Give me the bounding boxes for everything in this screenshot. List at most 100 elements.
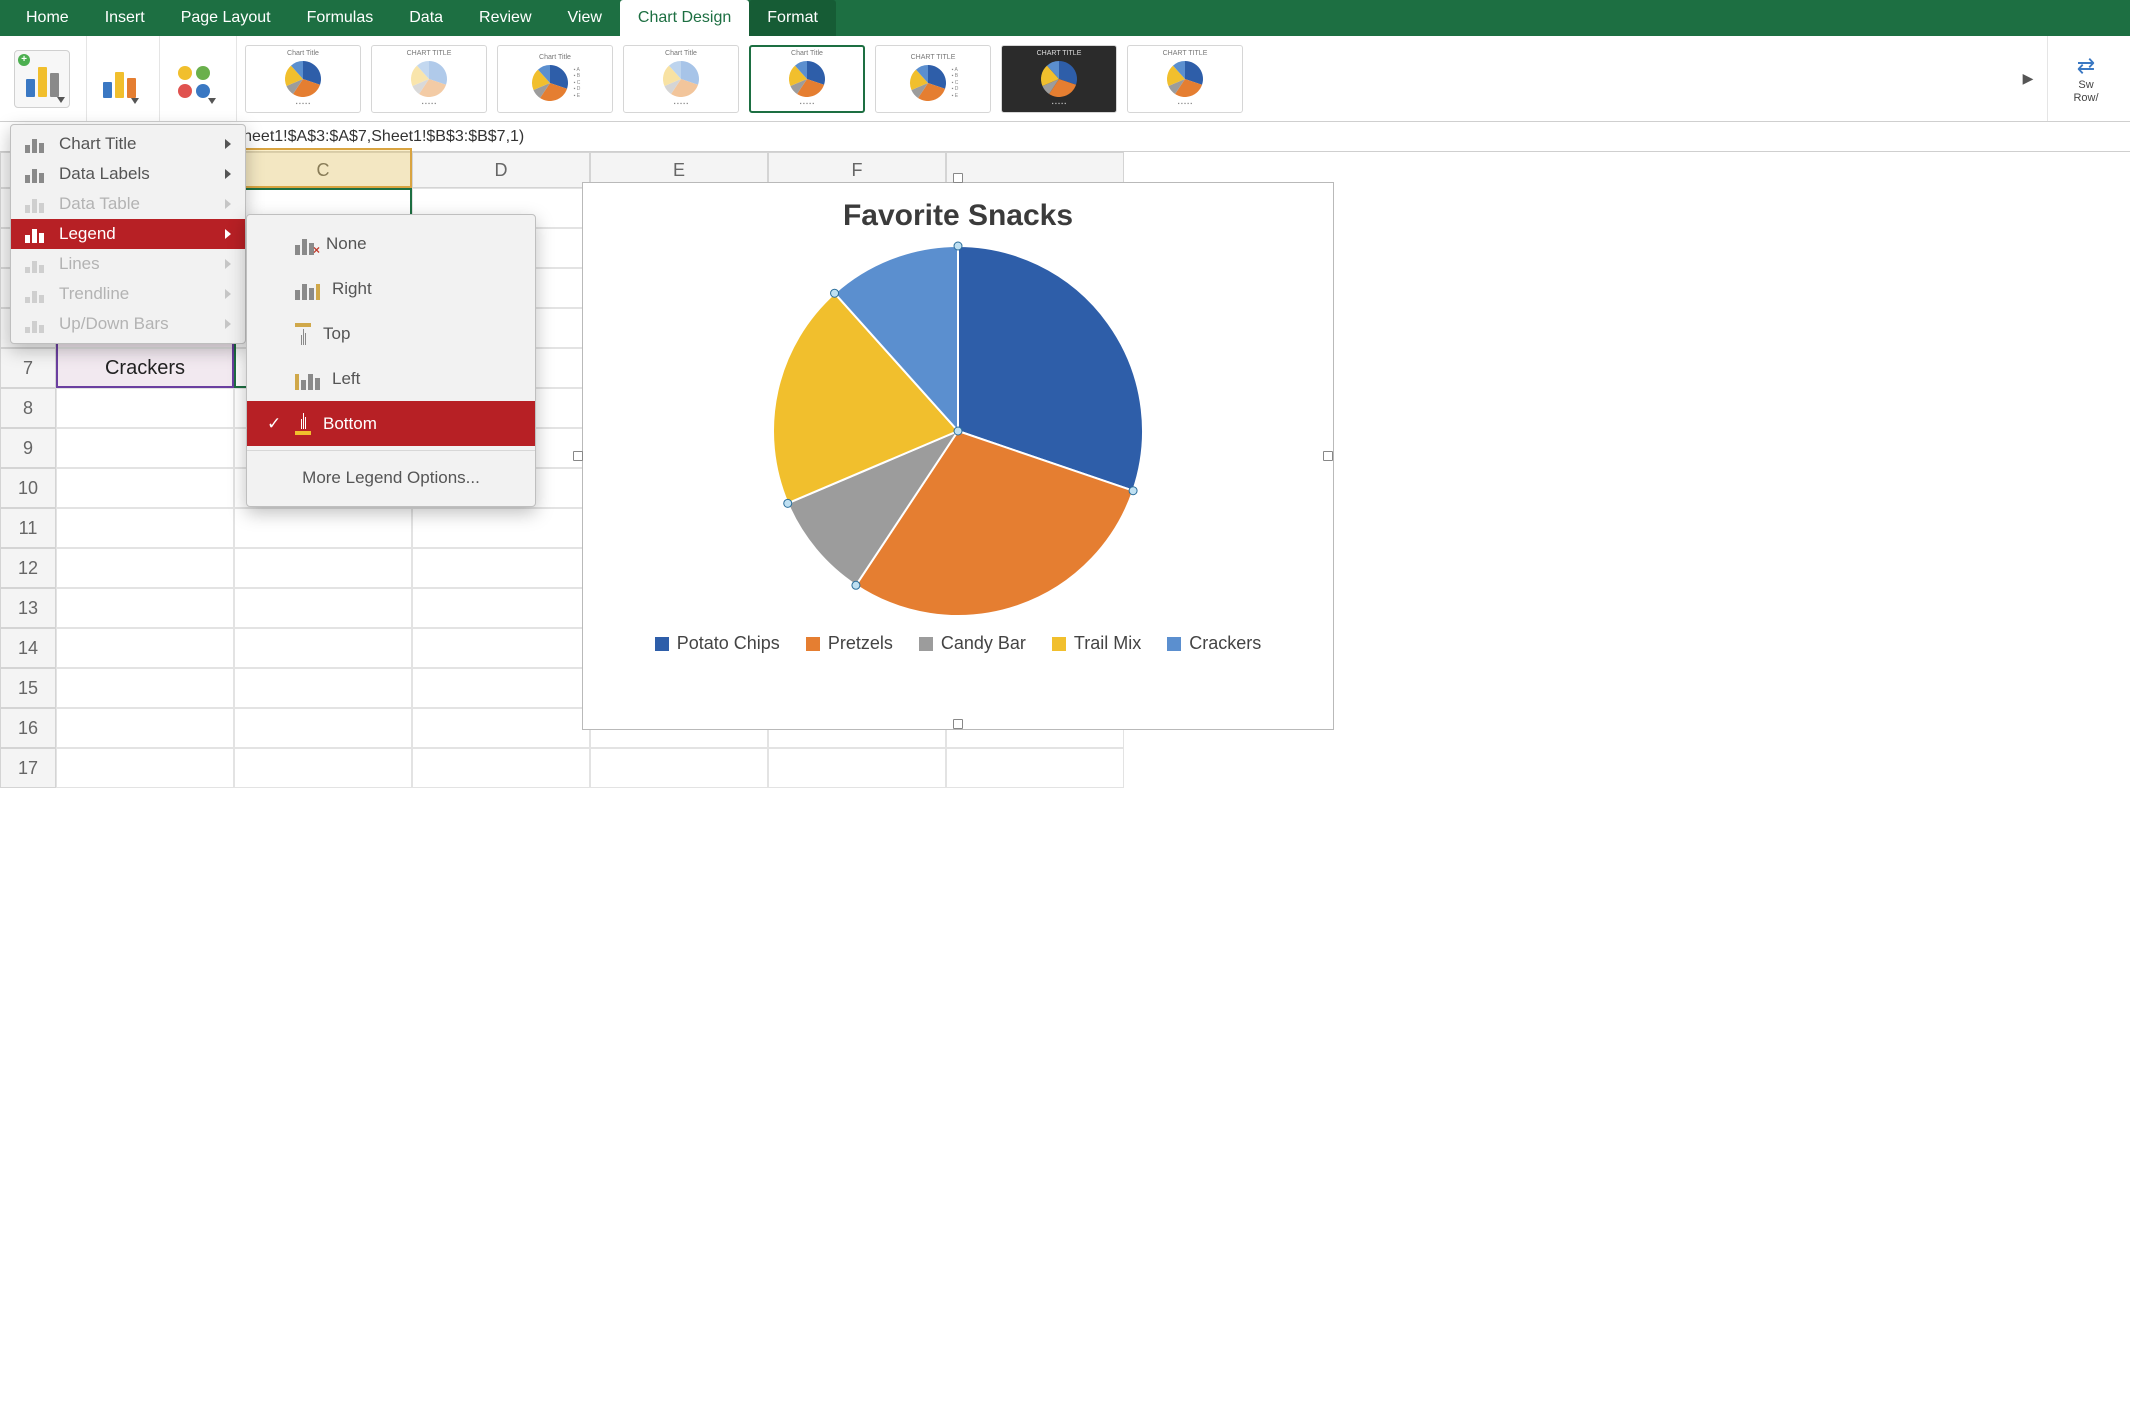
cell[interactable]: Crackers	[56, 348, 234, 388]
styles-more-button[interactable]: ▶	[2017, 45, 2039, 113]
bar-chart-icon	[25, 135, 47, 153]
switch-icon: ⇄	[2077, 53, 2095, 79]
tab-page-layout[interactable]: Page Layout	[163, 0, 289, 36]
add-chart-element-button[interactable]: +	[14, 50, 70, 108]
quick-layout-button[interactable]	[95, 50, 143, 108]
resize-handle[interactable]	[573, 451, 583, 461]
legend-left[interactable]: Left	[247, 356, 535, 401]
legend-item[interactable]: Candy Bar	[919, 633, 1026, 654]
chart-style-option[interactable]: Chart Title▪ ▪ ▪ ▪ ▪	[245, 45, 361, 113]
cell[interactable]	[56, 748, 234, 788]
cell[interactable]	[946, 748, 1124, 788]
legend-item[interactable]: Trail Mix	[1052, 633, 1141, 654]
row-header[interactable]: 17	[0, 748, 56, 788]
chevron-right-icon	[225, 319, 231, 329]
cell[interactable]	[234, 708, 412, 748]
column-header[interactable]: C	[234, 152, 412, 188]
cell[interactable]	[56, 428, 234, 468]
chevron-right-icon	[225, 289, 231, 299]
menu-legend[interactable]: Legend	[11, 219, 245, 249]
cell[interactable]	[412, 548, 590, 588]
chart-style-option[interactable]: Chart Title▪ ▪ ▪ ▪ ▪	[623, 45, 739, 113]
row-header[interactable]: 8	[0, 388, 56, 428]
cell[interactable]	[234, 748, 412, 788]
tab-home[interactable]: Home	[8, 0, 87, 36]
resize-handle[interactable]	[953, 173, 963, 183]
change-colors-button[interactable]	[168, 50, 220, 108]
chart-styles-gallery: Chart Title▪ ▪ ▪ ▪ ▪CHART TITLE▪ ▪ ▪ ▪ ▪…	[245, 36, 2017, 121]
switch-row-column-button[interactable]: ⇄ Sw Row/	[2056, 50, 2116, 108]
row-header[interactable]: 15	[0, 668, 56, 708]
chevron-down-icon	[57, 97, 65, 103]
pie-chart[interactable]	[583, 241, 1333, 621]
legend-item[interactable]: Crackers	[1167, 633, 1261, 654]
cell[interactable]	[412, 748, 590, 788]
row-header[interactable]: 12	[0, 548, 56, 588]
chart-style-option[interactable]: CHART TITLE▪ ▪ ▪ ▪ ▪	[1127, 45, 1243, 113]
tab-chart-design[interactable]: Chart Design	[620, 0, 749, 36]
cell[interactable]	[56, 508, 234, 548]
tab-format[interactable]: Format	[749, 0, 836, 36]
menu-trendline: Trendline	[11, 279, 245, 309]
bar-chart-icon	[26, 63, 59, 97]
chart-title[interactable]: Favorite Snacks	[583, 199, 1333, 233]
tab-review[interactable]: Review	[461, 0, 549, 36]
legend-top[interactable]: Top	[247, 311, 535, 356]
menu-data-labels[interactable]: Data Labels	[11, 159, 245, 189]
legend-more-options[interactable]: More Legend Options...	[247, 455, 535, 500]
cell[interactable]	[234, 548, 412, 588]
chart-style-option[interactable]: CHART TITLE▪ ▪ ▪ ▪ ▪	[1001, 45, 1117, 113]
resize-handle[interactable]	[953, 719, 963, 729]
plus-icon: +	[18, 54, 30, 66]
tab-insert[interactable]: Insert	[87, 0, 163, 36]
chart-design-toolbar: +	[0, 36, 2130, 122]
row-header[interactable]: 11	[0, 508, 56, 548]
tab-data[interactable]: Data	[391, 0, 461, 36]
cell[interactable]	[234, 588, 412, 628]
bar-chart-icon	[25, 165, 47, 183]
cell[interactable]	[412, 588, 590, 628]
tab-formulas[interactable]: Formulas	[289, 0, 392, 36]
cell[interactable]	[412, 508, 590, 548]
row-header[interactable]: 14	[0, 628, 56, 668]
chart-style-option[interactable]: Chart Title▪ A▪ B▪ C▪ D▪ E	[497, 45, 613, 113]
legend-item[interactable]: Pretzels	[806, 633, 893, 654]
row-header[interactable]: 7	[0, 348, 56, 388]
row-header[interactable]: 9	[0, 428, 56, 468]
chevron-down-icon	[131, 98, 139, 104]
cell[interactable]	[234, 668, 412, 708]
chart-style-option[interactable]: Chart Title▪ ▪ ▪ ▪ ▪	[749, 45, 865, 113]
cell[interactable]	[56, 388, 234, 428]
legend-item[interactable]: Potato Chips	[655, 633, 780, 654]
cell[interactable]	[234, 628, 412, 668]
legend-icon	[25, 225, 47, 243]
cell[interactable]	[56, 548, 234, 588]
cell[interactable]	[412, 628, 590, 668]
chevron-right-icon	[225, 259, 231, 269]
cell[interactable]	[56, 708, 234, 748]
cell[interactable]	[56, 628, 234, 668]
formula-bar[interactable]: SERIES(,Sheet1!$A$3:$A$7,Sheet1!$B$3:$B$…	[0, 122, 2130, 152]
embedded-chart[interactable]: Favorite Snacks Potato Chips Pretzels Candy…	[582, 182, 1334, 730]
legend-right[interactable]: Right	[247, 266, 535, 311]
column-header[interactable]: D	[412, 152, 590, 188]
legend-none[interactable]: × None	[247, 221, 535, 266]
cell[interactable]	[412, 708, 590, 748]
row-header[interactable]: 13	[0, 588, 56, 628]
cell[interactable]	[590, 748, 768, 788]
cell[interactable]	[56, 668, 234, 708]
tab-view[interactable]: View	[550, 0, 620, 36]
cell[interactable]	[56, 468, 234, 508]
cell[interactable]	[56, 588, 234, 628]
chart-style-option[interactable]: CHART TITLE▪ ▪ ▪ ▪ ▪	[371, 45, 487, 113]
legend-bottom[interactable]: ✓ Bottom	[247, 401, 535, 446]
resize-handle[interactable]	[1323, 451, 1333, 461]
add-chart-element-menu: Chart Title Data Labels Data Table Legen…	[10, 124, 246, 344]
menu-chart-title[interactable]: Chart Title	[11, 129, 245, 159]
cell[interactable]	[768, 748, 946, 788]
chart-style-option[interactable]: CHART TITLE▪ A▪ B▪ C▪ D▪ E	[875, 45, 991, 113]
cell[interactable]	[234, 508, 412, 548]
row-header[interactable]: 16	[0, 708, 56, 748]
row-header[interactable]: 10	[0, 468, 56, 508]
cell[interactable]	[412, 668, 590, 708]
